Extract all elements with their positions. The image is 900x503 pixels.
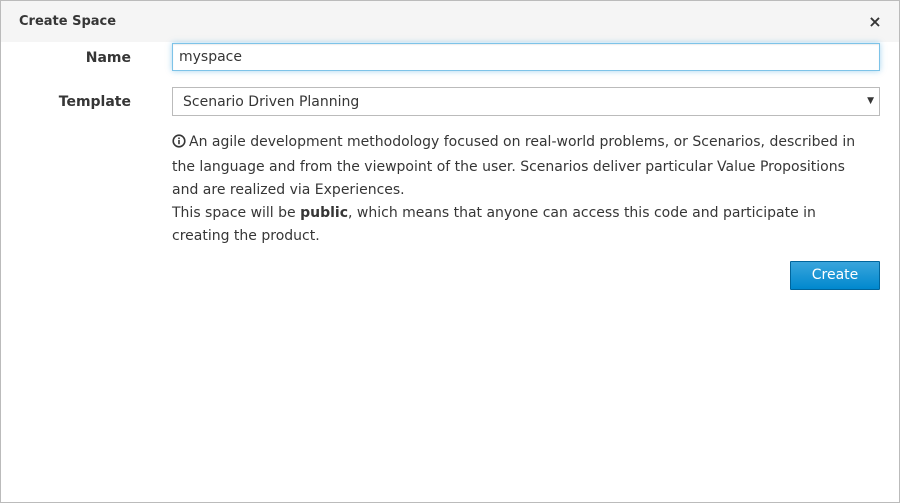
create-button[interactable]: Create (790, 261, 880, 290)
visibility-word: public (300, 205, 349, 221)
template-selected-value: Scenario Driven Planning (183, 94, 360, 110)
create-space-dialog: Create Space × Name Template Scenario Dr… (0, 0, 900, 503)
dialog-title: Create Space (19, 14, 117, 29)
template-select[interactable]: Scenario Driven Planning ▼ (172, 87, 880, 116)
dialog-header: Create Space × (1, 1, 899, 42)
description-text: An agile development methodology focused… (172, 134, 856, 198)
info-circle-icon (172, 133, 186, 156)
caret-down-icon: ▼ (867, 96, 874, 106)
visibility-prefix: This space will be (172, 205, 301, 221)
name-label: Name (85, 50, 131, 66)
name-input[interactable] (172, 43, 880, 71)
template-description: An agile development methodology focused… (172, 131, 872, 248)
close-button[interactable]: × (865, 12, 885, 32)
template-label: Template (58, 94, 131, 110)
